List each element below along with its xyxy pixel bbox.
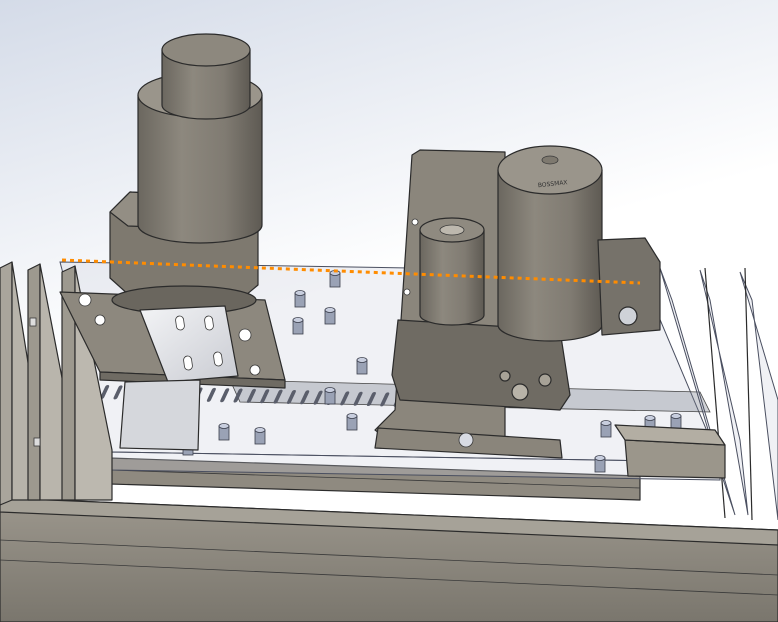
locating-pin	[292, 317, 304, 335]
locating-pin	[356, 357, 368, 375]
locating-pin	[254, 427, 266, 445]
locating-pin	[346, 413, 358, 431]
locating-pin	[218, 423, 230, 441]
cad-model-view[interactable]: BOSSMAX	[0, 0, 778, 622]
locating-pin	[594, 455, 606, 473]
locating-pin	[294, 290, 306, 308]
cad-3d-viewport[interactable]: BOSSMAX	[0, 0, 778, 622]
locating-pin	[600, 420, 612, 438]
locating-pin	[324, 307, 336, 325]
right-clamp-block[interactable]	[614, 424, 726, 479]
locating-pin	[324, 387, 336, 405]
locating-pin	[329, 270, 341, 288]
